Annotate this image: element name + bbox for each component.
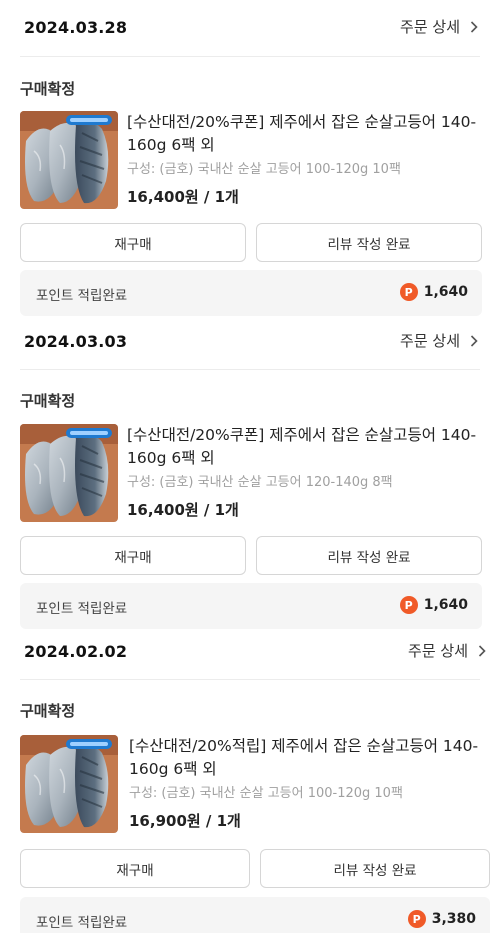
point-value: P 3,380 — [407, 910, 476, 928]
point-status-box: 포인트 적립완료 P 1,640 — [20, 270, 482, 316]
order-date: 2024.03.03 — [24, 332, 128, 351]
order-detail-label: 주문 상세 — [400, 18, 460, 36]
point-amount: 1,640 — [423, 284, 468, 300]
order-date-row: 2024.03.28 주문 상세 — [0, 4, 500, 54]
product-price: 16,900원 / 1개 — [129, 812, 241, 830]
product-title[interactable]: [수산대전/20%쿠폰] 제주에서 잡은 순살고등어 140-160g 6팩 외 — [127, 111, 482, 157]
point-status-label: 포인트 적립완료 — [36, 601, 128, 617]
order-detail-link[interactable]: 주문 상세 — [400, 16, 478, 37]
product-price: 16,400원 / 1개 — [127, 188, 239, 206]
product-price: 16,400원 / 1개 — [127, 501, 239, 519]
chevron-right-icon — [478, 644, 486, 657]
review-done-button[interactable]: 리뷰 작성 완료 — [260, 849, 490, 888]
order-detail-label: 주문 상세 — [400, 332, 460, 350]
point-status-label: 포인트 적립완료 — [36, 288, 128, 304]
order-status: 구매확정 — [20, 392, 76, 410]
point-coin-icon: P — [399, 596, 418, 614]
order-detail-link[interactable]: 주문 상세 — [408, 640, 486, 661]
rebuy-button[interactable]: 재구매 — [20, 849, 250, 888]
chevron-right-icon — [470, 334, 478, 347]
point-amount: 3,380 — [431, 911, 476, 927]
point-coin-icon: P — [399, 283, 418, 301]
product-title[interactable]: [수산대전/20%쿠폰] 제주에서 잡은 순살고등어 140-160g 6팩 외 — [127, 424, 482, 470]
order-detail-link[interactable]: 주문 상세 — [400, 330, 478, 351]
point-status-box: 포인트 적립완료 P 3,380 — [20, 897, 490, 933]
rebuy-button[interactable]: 재구매 — [20, 536, 246, 575]
product-option: 구성: (금호) 국내산 순살 고등어 120-140g 8팩 — [127, 475, 393, 490]
order-status: 구매확정 — [20, 702, 76, 720]
product-title[interactable]: [수산대전/20%적립] 제주에서 잡은 순살고등어 140-160g 6팩 외 — [129, 735, 490, 781]
divider — [20, 56, 480, 57]
order-detail-label: 주문 상세 — [408, 642, 468, 660]
divider — [20, 679, 480, 680]
product-option: 구성: (금호) 국내산 순살 고등어 100-120g 10팩 — [129, 786, 403, 801]
order-date: 2024.02.02 — [24, 642, 128, 661]
rebuy-button[interactable]: 재구매 — [20, 223, 246, 262]
product-thumbnail[interactable] — [20, 424, 118, 522]
order-date-row: 2024.03.03 주문 상세 — [0, 318, 500, 368]
product-thumbnail[interactable] — [20, 735, 118, 833]
review-done-button[interactable]: 리뷰 작성 완료 — [256, 536, 482, 575]
order-date: 2024.03.28 — [24, 18, 128, 37]
order-status: 구매확정 — [20, 80, 76, 98]
divider — [20, 369, 480, 370]
point-value: P 1,640 — [399, 283, 468, 301]
point-amount: 1,640 — [423, 597, 468, 613]
product-option: 구성: (금호) 국내산 순살 고등어 100-120g 10팩 — [127, 162, 401, 177]
product-thumbnail[interactable] — [20, 111, 118, 209]
order-date-row: 2024.02.02 주문 상세 — [0, 628, 500, 678]
point-value: P 1,640 — [399, 596, 468, 614]
point-status-label: 포인트 적립완료 — [36, 915, 128, 931]
point-coin-icon: P — [407, 910, 426, 928]
chevron-right-icon — [470, 20, 478, 33]
review-done-button[interactable]: 리뷰 작성 완료 — [256, 223, 482, 262]
point-status-box: 포인트 적립완료 P 1,640 — [20, 583, 482, 629]
